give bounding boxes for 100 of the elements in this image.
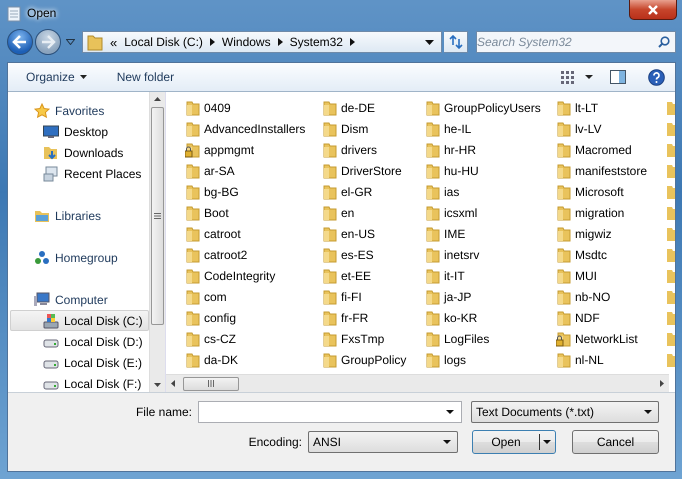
sidebar-item[interactable]: Computer <box>10 289 149 310</box>
folder-item[interactable]: icsxml <box>425 202 556 223</box>
folder-item[interactable]: lt-LT <box>556 97 667 118</box>
folder-item[interactable]: config <box>185 307 322 328</box>
sidebar-item[interactable]: Local Disk (E:) <box>10 352 149 373</box>
folder-item[interactable]: catroot <box>185 223 322 244</box>
search-field[interactable]: Search System32 <box>476 31 676 53</box>
scroll-down-arrow-icon[interactable] <box>154 383 161 387</box>
breadcrumb-arrow-icon[interactable] <box>278 38 283 46</box>
folder-item[interactable]: appmgmt <box>185 139 322 160</box>
breadcrumb[interactable]: System32 <box>290 35 343 49</box>
folder-item[interactable]: Macromed <box>556 139 667 160</box>
address-bar[interactable]: « Local Disk (C:) Windows System32 <box>82 31 442 53</box>
sidebar-item[interactable]: Homegroup <box>10 247 149 268</box>
folder-item[interactable]: catroot2 <box>185 244 322 265</box>
back-button[interactable] <box>7 29 33 55</box>
folder-item[interactable]: cs-CZ <box>185 328 322 349</box>
scrollbar[interactable] <box>149 92 165 392</box>
folder-item[interactable]: Boot <box>185 202 322 223</box>
folder-item[interactable]: MUI <box>556 265 667 286</box>
folder-item[interactable]: NDF <box>556 307 667 328</box>
close-button[interactable] <box>629 0 677 20</box>
folder-item[interactable]: 0409 <box>185 97 322 118</box>
folder-item[interactable]: LogFiles <box>425 328 556 349</box>
scroll-right-arrow-icon[interactable] <box>660 380 664 387</box>
sidebar-item[interactable]: Downloads <box>10 142 149 163</box>
help-icon[interactable] <box>648 68 665 86</box>
folder-item[interactable]: inetsrv <box>425 244 556 265</box>
folder-item[interactable]: it-IT <box>425 265 556 286</box>
scrollbar[interactable] <box>166 374 669 392</box>
forward-button[interactable] <box>35 29 61 55</box>
folder-item[interactable]: ja-JP <box>425 286 556 307</box>
sidebar-item[interactable]: Libraries <box>10 205 149 226</box>
folder-item[interactable]: he-IL <box>425 118 556 139</box>
breadcrumb-arrow-icon[interactable] <box>350 38 355 46</box>
folder-item[interactable]: Dism <box>322 118 425 139</box>
file-name-field[interactable] <box>198 401 462 423</box>
scrollbar-thumb[interactable] <box>183 376 239 390</box>
preview-pane-icon[interactable] <box>610 70 626 84</box>
view-options-icon[interactable] <box>561 70 575 84</box>
file-type-dropdown[interactable]: Text Documents (*.txt) <box>471 401 659 423</box>
dropdown-caret-icon[interactable] <box>425 40 434 44</box>
folder-item[interactable]: es-ES <box>322 244 425 265</box>
folder-item[interactable]: ias <box>425 181 556 202</box>
history-caret-icon[interactable] <box>66 39 75 45</box>
open-button[interactable]: Open <box>472 430 556 454</box>
folder-item[interactable]: migwiz <box>556 223 667 244</box>
breadcrumb[interactable]: Local Disk (C:) <box>124 35 203 49</box>
folder-item[interactable]: FxsTmp <box>322 328 425 349</box>
folder-item[interactable]: NetworkList <box>556 328 667 349</box>
folder-item[interactable]: GroupPolicyUsers <box>425 97 556 118</box>
folder-item[interactable]: bg-BG <box>185 181 322 202</box>
cancel-button[interactable]: Cancel <box>572 430 659 454</box>
folder-item[interactable]: en-US <box>322 223 425 244</box>
folder-item[interactable]: DriverStore <box>322 160 425 181</box>
scroll-left-arrow-icon[interactable] <box>171 380 175 387</box>
sidebar-item[interactable]: Desktop <box>10 121 149 142</box>
folder-item[interactable]: el-GR <box>322 181 425 202</box>
folder-item[interactable]: drivers <box>322 139 425 160</box>
sidebar-item[interactable]: Local Disk (F:) <box>10 373 149 392</box>
folder-item[interactable]: hr-HR <box>425 139 556 160</box>
sidebar-item[interactable]: Local Disk (D:) <box>10 331 149 352</box>
folder-item[interactable]: com <box>185 286 322 307</box>
folder-item[interactable]: migration <box>556 202 667 223</box>
folder-item[interactable]: IME <box>425 223 556 244</box>
folder-item[interactable]: et-EE <box>322 265 425 286</box>
folder-item[interactable]: Msdtc <box>556 244 667 265</box>
sidebar-item[interactable]: Local Disk (C:) <box>10 310 149 331</box>
refresh-button[interactable] <box>444 31 468 53</box>
folder-item[interactable]: CodeIntegrity <box>185 265 322 286</box>
folder-item[interactable]: manifeststore <box>556 160 667 181</box>
folder-item[interactable]: nl-NL <box>556 349 667 370</box>
folder-item[interactable]: hu-HU <box>425 160 556 181</box>
overflow-chevron[interactable]: « <box>110 34 118 50</box>
encoding-dropdown[interactable]: ANSI <box>308 431 458 453</box>
new-folder-button[interactable]: New folder <box>108 70 182 84</box>
folder-item[interactable]: fr-FR <box>322 307 425 328</box>
folder-item[interactable]: Microsoft <box>556 181 667 202</box>
breadcrumb-arrow-icon[interactable] <box>210 38 215 46</box>
folder-item[interactable]: AdvancedInstallers <box>185 118 322 139</box>
folder-item[interactable]: da-DK <box>185 349 322 370</box>
folder-item[interactable]: lv-LV <box>556 118 667 139</box>
folder-item[interactable]: nb-NO <box>556 286 667 307</box>
breadcrumb[interactable]: Windows <box>222 35 271 49</box>
encoding-label: Encoding: <box>248 435 302 449</box>
dropdown-caret-icon[interactable] <box>446 410 454 414</box>
folder-item[interactable]: fi-FI <box>322 286 425 307</box>
folder-item[interactable]: en <box>322 202 425 223</box>
scrollbar-thumb[interactable] <box>151 107 164 325</box>
folder-item[interactable]: ar-SA <box>185 160 322 181</box>
folder-item[interactable]: de-DE <box>322 97 425 118</box>
organize-button[interactable]: Organize <box>18 70 95 84</box>
forward-arrow-icon <box>40 35 56 49</box>
folder-item[interactable]: logs <box>425 349 556 370</box>
view-caret-icon[interactable] <box>585 75 593 79</box>
scroll-up-arrow-icon[interactable] <box>154 97 161 101</box>
sidebar-item[interactable]: Favorites <box>10 100 149 121</box>
sidebar-item[interactable]: Recent Places <box>10 163 149 184</box>
folder-item[interactable]: ko-KR <box>425 307 556 328</box>
folder-item[interactable]: GroupPolicy <box>322 349 425 370</box>
